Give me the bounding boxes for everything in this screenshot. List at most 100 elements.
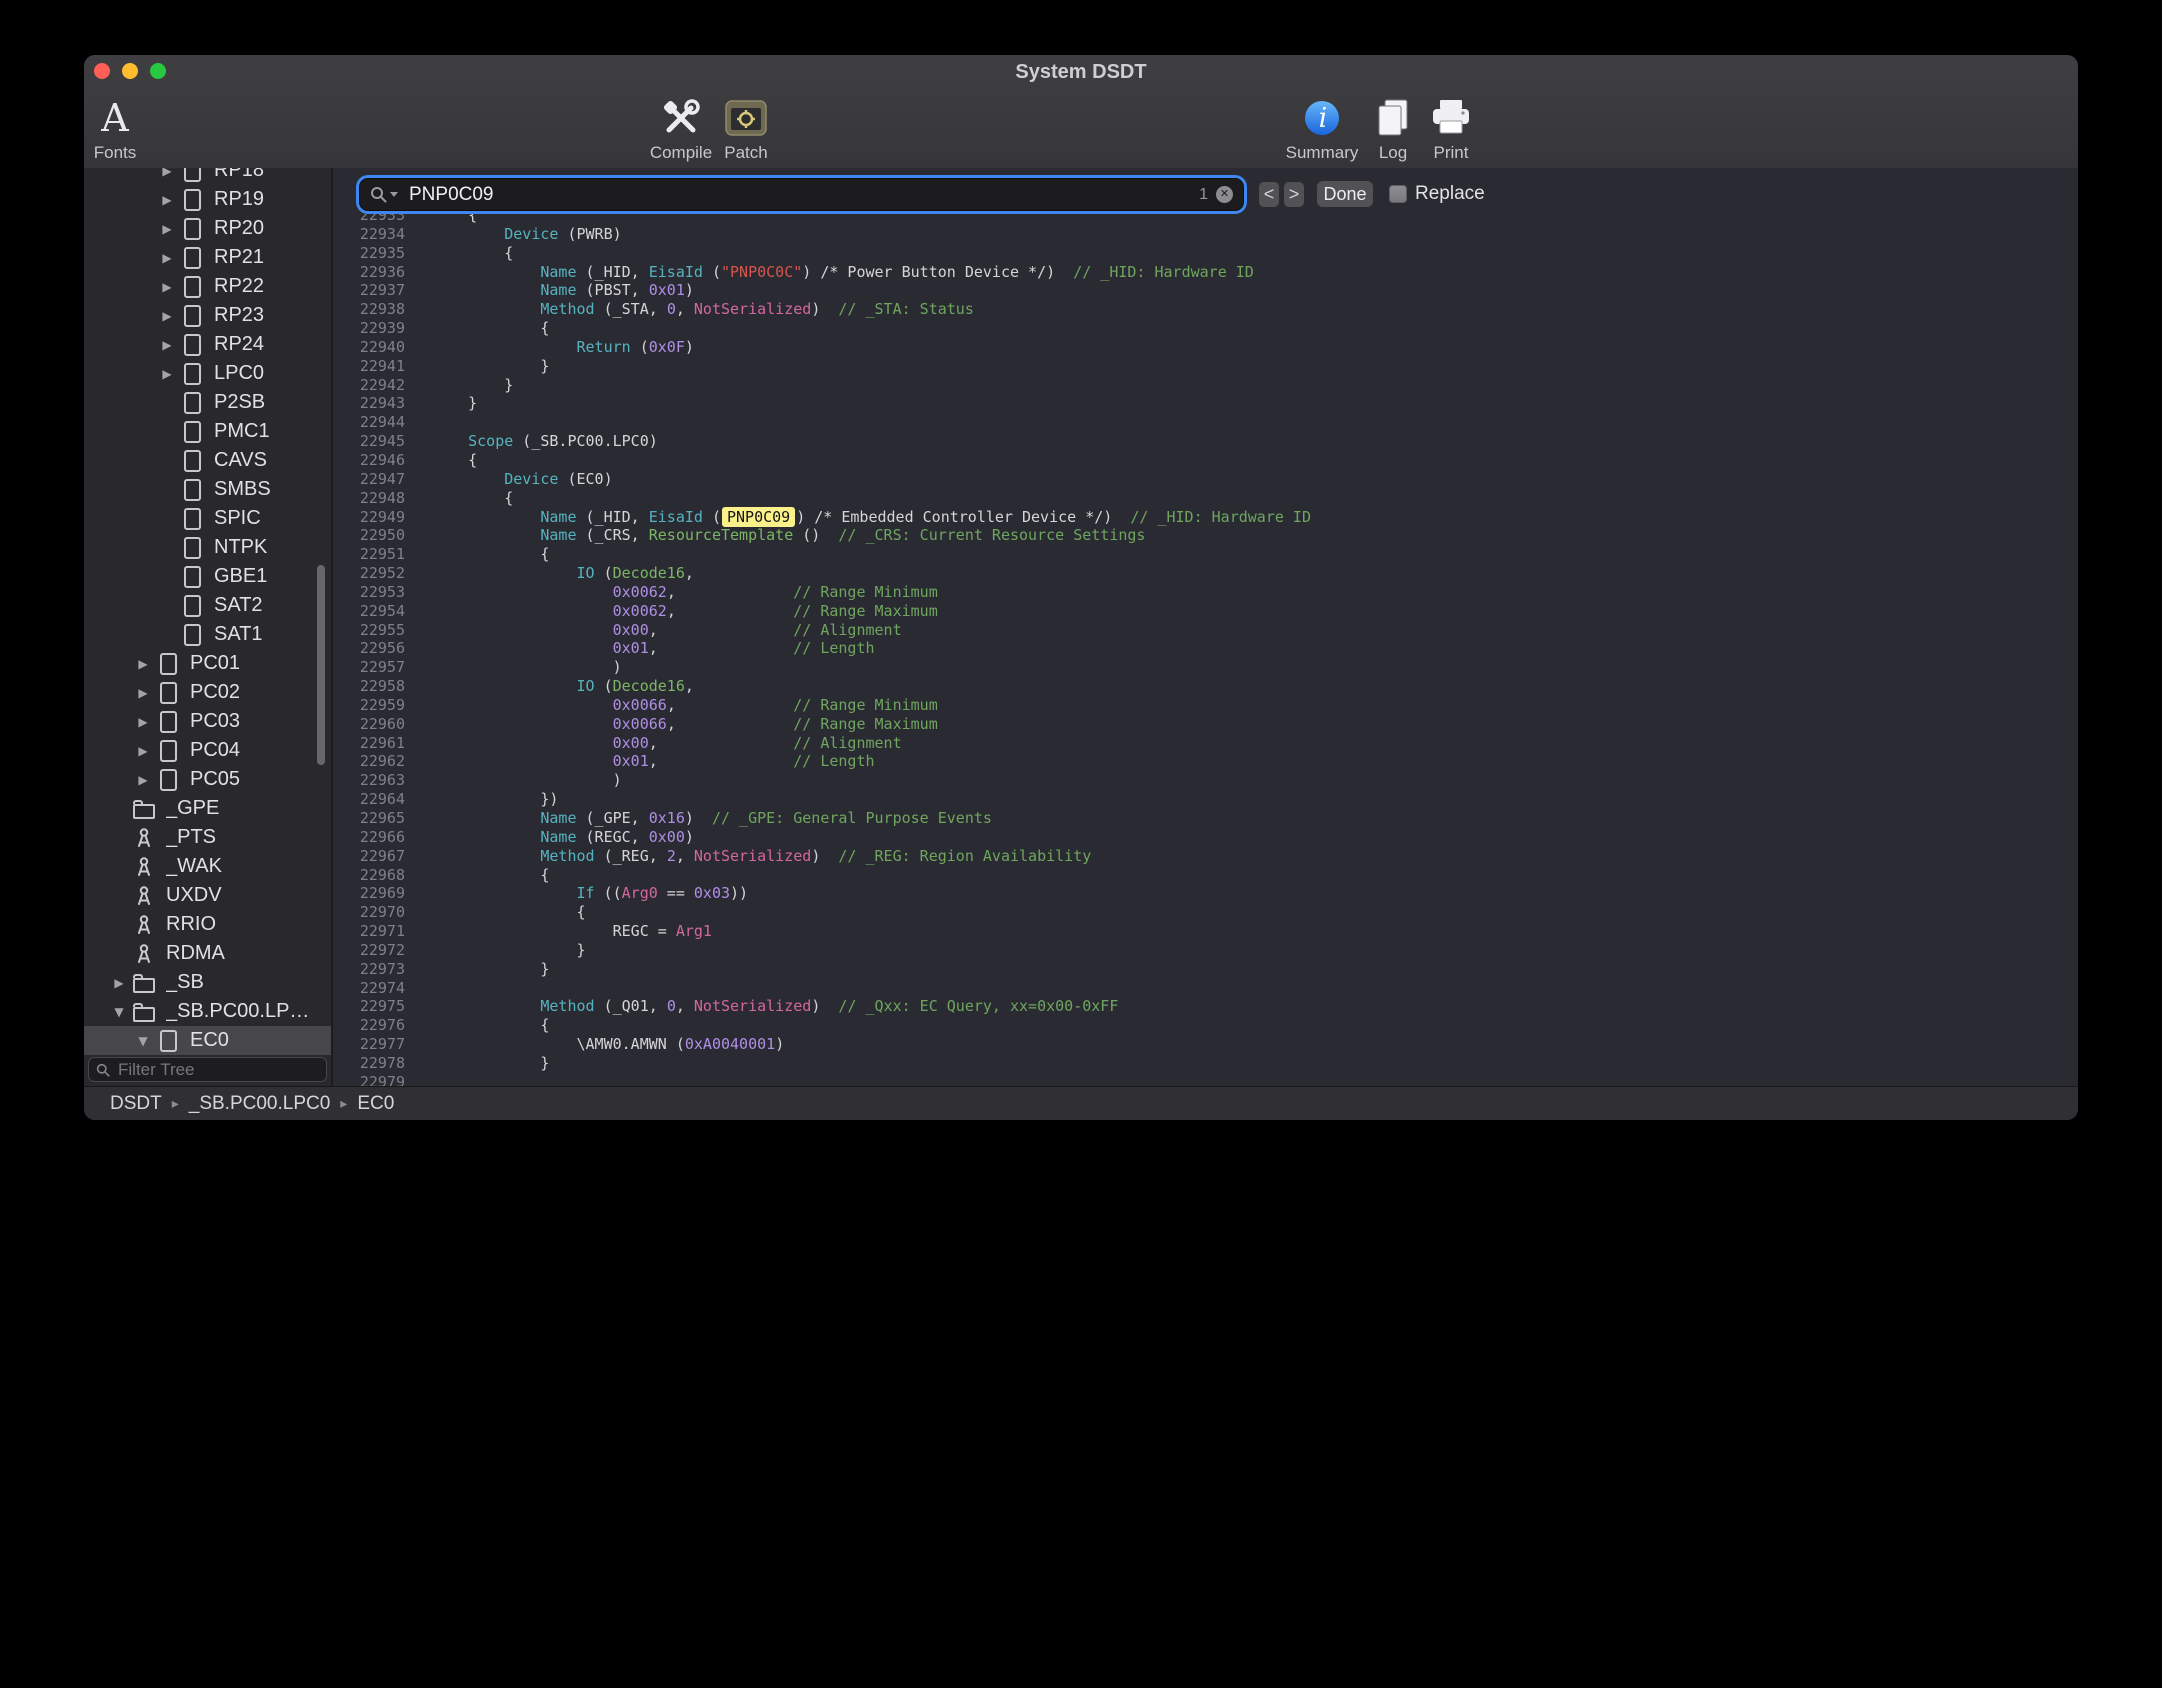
code-line: 22969 If ((Arg0 == 0x03)) [333, 884, 2078, 903]
chevron-right-icon[interactable]: ▶ [130, 657, 156, 671]
method-icon [132, 855, 156, 879]
code-line: 22933 { [333, 214, 2078, 225]
previous-match-button[interactable]: < [1258, 181, 1280, 208]
sidebar-item-rp18[interactable]: ▶RP18 [84, 168, 331, 185]
chevron-down-icon[interactable]: ▼ [130, 1034, 156, 1048]
fonts-button[interactable]: A Fonts [84, 94, 180, 163]
sidebar-item-ntpk[interactable]: NTPK [84, 533, 331, 562]
done-button[interactable]: Done [1316, 180, 1374, 208]
line-content: Name (PBST, 0x01) [417, 281, 694, 300]
sidebar-item-sat2[interactable]: SAT2 [84, 591, 331, 620]
chevron-right-icon[interactable]: ▶ [154, 338, 180, 352]
titlebar-toolbar[interactable]: System DSDT A Fonts Compile [84, 55, 2078, 169]
doc-icon [156, 1030, 180, 1052]
chevron-right-icon[interactable]: ▶ [130, 773, 156, 787]
line-content [417, 979, 432, 998]
filter-input[interactable] [116, 1059, 319, 1081]
doc-icon [180, 595, 204, 617]
line-number: 22972 [333, 941, 417, 960]
sidebar-item-rdma[interactable]: RDMA [84, 939, 331, 968]
line-content: } [417, 1054, 549, 1073]
next-match-button[interactable]: > [1283, 181, 1305, 208]
line-content: { [417, 244, 513, 263]
sidebar-item-sat1[interactable]: SAT1 [84, 620, 331, 649]
breadcrumb-item[interactable]: EC0 [357, 1093, 394, 1115]
sidebar-item-label: PC02 [190, 681, 240, 704]
code-line: 22955 0x00, // Alignment [333, 621, 2078, 640]
clear-search-icon[interactable] [1216, 186, 1233, 203]
sidebar-item--pts[interactable]: _PTS [84, 823, 331, 852]
code-editor[interactable]: 22933 {22934 Device (PWRB)22935 {22936 N… [333, 214, 2078, 1086]
sidebar-item-smbs[interactable]: SMBS [84, 475, 331, 504]
sidebar-item-label: RP19 [214, 188, 264, 211]
replace-checkbox[interactable] [1389, 185, 1407, 203]
sidebar-item-uxdv[interactable]: UXDV [84, 881, 331, 910]
sidebar-item-rp19[interactable]: ▶ RP19 [84, 185, 331, 214]
chevron-right-icon[interactable]: ▶ [154, 251, 180, 265]
code-lines: 22933 {22934 Device (PWRB)22935 {22936 N… [333, 214, 2078, 1086]
chevron-down-icon[interactable]: ▼ [106, 1005, 132, 1019]
search-field[interactable]: 1 [360, 179, 1243, 210]
sidebar-item-label: EC0 [190, 1029, 229, 1052]
chevron-right-icon[interactable]: ▶ [154, 280, 180, 294]
code-line: 22966 Name (REGC, 0x00) [333, 828, 2078, 847]
search-input[interactable] [407, 183, 1199, 207]
doc-icon [180, 508, 204, 530]
line-number: 22939 [333, 319, 417, 338]
line-content: Method (_Q01, 0, NotSerialized) // _Qxx:… [417, 997, 1118, 1016]
chevron-right-icon[interactable]: ▶ [154, 222, 180, 236]
sidebar-item-pc04[interactable]: ▶PC04 [84, 736, 331, 765]
line-content: 0x0066, // Range Minimum [417, 696, 938, 715]
line-number: 22943 [333, 394, 417, 413]
sidebar-item-rp24[interactable]: ▶RP24 [84, 330, 331, 359]
sidebar-item-pc01[interactable]: ▶PC01 [84, 649, 331, 678]
line-number: 22970 [333, 903, 417, 922]
chevron-right-icon[interactable]: ▶ [154, 193, 180, 207]
sidebar-item--sb-pc00-lp-[interactable]: ▼ _SB.PC00.LP… [84, 997, 331, 1026]
sidebar-item-pc03[interactable]: ▶PC03 [84, 707, 331, 736]
sidebar-item-p2sb[interactable]: P2SB [84, 388, 331, 417]
sidebar-item-cavs[interactable]: CAVS [84, 446, 331, 475]
chevron-right-icon[interactable]: ▶ [130, 686, 156, 700]
patch-button[interactable]: Patch [681, 94, 811, 163]
chevron-right-icon[interactable]: ▶ [154, 309, 180, 323]
sidebar-item-pc02[interactable]: ▶ PC02 [84, 678, 331, 707]
chevron-right-icon[interactable]: ▶ [130, 744, 156, 758]
sidebar-item--gpe[interactable]: _GPE [84, 794, 331, 823]
breadcrumb-item[interactable]: _SB.PC00.LPC0 [189, 1093, 331, 1115]
code-line: 22959 0x0066, // Range Minimum [333, 696, 2078, 715]
sidebar-item-pmc1[interactable]: PMC1 [84, 417, 331, 446]
folder-icon [132, 1002, 156, 1022]
sidebar-item-rp23[interactable]: ▶RP23 [84, 301, 331, 330]
filter-field[interactable] [88, 1057, 327, 1082]
sidebar-item-rrio[interactable]: RRIO [84, 910, 331, 939]
sidebar-item-pc05[interactable]: ▶PC05 [84, 765, 331, 794]
sidebar-item-rp21[interactable]: ▶RP21 [84, 243, 331, 272]
sidebar-item-spic[interactable]: SPIC [84, 504, 331, 533]
line-number: 22967 [333, 847, 417, 866]
chevron-right-icon[interactable]: ▶ [154, 367, 180, 381]
sidebar-item--wak[interactable]: _WAK [84, 852, 331, 881]
sidebar-item-gbe1[interactable]: GBE1 [84, 562, 331, 591]
line-number: 22936 [333, 263, 417, 282]
search-icon[interactable] [370, 186, 387, 203]
sidebar-item-label: RRIO [166, 913, 216, 936]
sidebar-item-label: PMC1 [214, 420, 270, 443]
sidebar-item-rp20[interactable]: ▶RP20 [84, 214, 331, 243]
sidebar-item-lpc0[interactable]: ▶LPC0 [84, 359, 331, 388]
sidebar-item-rp22[interactable]: ▶RP22 [84, 272, 331, 301]
sidebar-item-label: _SB.PC00.LP… [166, 1000, 309, 1023]
code-line: 22961 0x00, // Alignment [333, 734, 2078, 753]
line-number: 22964 [333, 790, 417, 809]
chevron-right-icon[interactable]: ▶ [130, 715, 156, 729]
sidebar-item-ec0[interactable]: ▼ EC0 [84, 1026, 331, 1055]
search-menu-caret-icon[interactable] [390, 192, 398, 197]
sidebar-scrollbar[interactable] [317, 565, 325, 765]
breadcrumb-item[interactable]: DSDT [110, 1093, 162, 1115]
print-button[interactable]: Print [1386, 94, 1516, 163]
line-content: Name (_HID, EisaId (PNP0C09) /* Embedded… [417, 508, 1311, 527]
chevron-right-icon[interactable]: ▶ [106, 976, 132, 990]
code-line: 22960 0x0066, // Range Maximum [333, 715, 2078, 734]
sidebar-item--sb[interactable]: ▶_SB [84, 968, 331, 997]
chevron-right-icon[interactable]: ▶ [154, 168, 180, 178]
